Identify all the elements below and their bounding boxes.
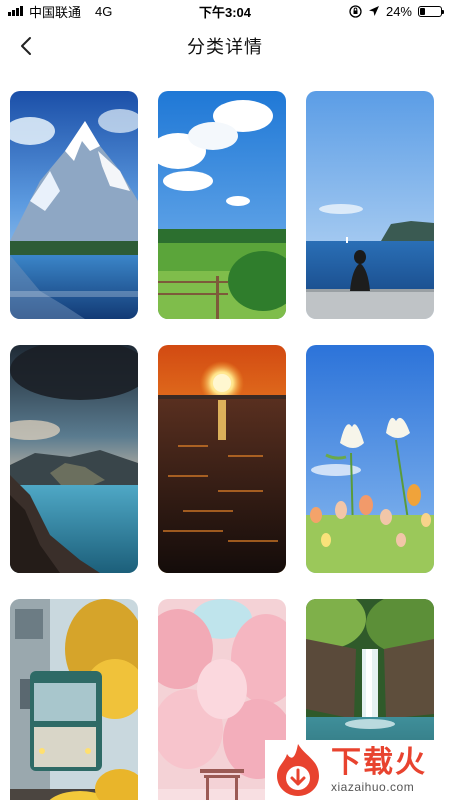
status-right: 24% bbox=[349, 3, 444, 19]
wallpaper-card-sunset-sea[interactable] bbox=[158, 345, 286, 573]
page-title: 分类详情 bbox=[187, 37, 263, 57]
status-left: 中国联通 4G bbox=[8, 2, 112, 21]
wallpaper-image bbox=[10, 91, 138, 319]
wallpaper-image bbox=[10, 599, 138, 800]
wallpaper-image bbox=[158, 91, 286, 319]
wallpaper-image bbox=[158, 345, 286, 573]
watermark-subtitle: xiazaihuo.com bbox=[331, 779, 415, 794]
watermark: 下载火 xiazaihuo.com bbox=[265, 740, 450, 800]
nav-bar: 分类详情 bbox=[0, 22, 450, 70]
wallpaper-image bbox=[306, 91, 434, 319]
wallpaper-card-girl-by-sea[interactable] bbox=[306, 91, 434, 319]
wallpaper-image bbox=[306, 345, 434, 573]
watermark-text: 下载火 xiazaihuo.com bbox=[331, 745, 427, 794]
flame-logo-icon bbox=[277, 744, 319, 796]
carrier-label: 中国联通 bbox=[29, 4, 82, 20]
signal-icon bbox=[8, 6, 23, 16]
battery-percent: 24% bbox=[385, 3, 412, 19]
wallpaper-card-green-meadow[interactable] bbox=[158, 91, 286, 319]
orientation-lock-icon bbox=[349, 4, 362, 18]
wallpaper-card-crater-lake[interactable] bbox=[10, 345, 138, 573]
location-icon bbox=[368, 6, 379, 16]
network-label: 4G bbox=[95, 3, 113, 19]
wallpaper-card-tram-flowers[interactable] bbox=[10, 599, 138, 800]
battery-icon bbox=[418, 5, 444, 17]
wallpaper-grid bbox=[10, 91, 434, 800]
wallpaper-image bbox=[10, 345, 138, 573]
chevron-left-icon bbox=[21, 37, 31, 55]
wallpaper-card-white-tulips[interactable] bbox=[306, 345, 434, 573]
watermark-title: 下载火 bbox=[331, 745, 427, 779]
wallpaper-card-snowy-mountain[interactable] bbox=[10, 91, 138, 319]
status-bar: 中国联通 4G 下午3:04 24% bbox=[0, 0, 450, 22]
battery-fill bbox=[420, 7, 425, 15]
back-button[interactable] bbox=[10, 30, 42, 62]
